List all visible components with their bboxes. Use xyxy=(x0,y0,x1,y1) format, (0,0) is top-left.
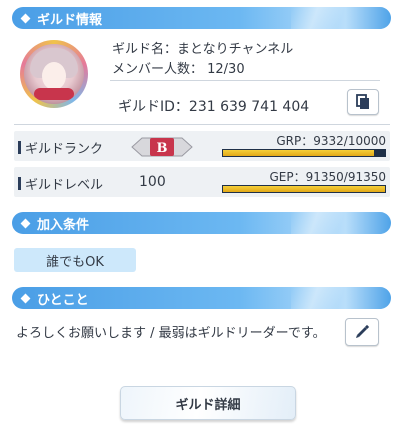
guild-name: ギルド名：まとなりチャンネル xyxy=(112,42,294,57)
join-conditions-header: 加入条件 xyxy=(12,212,391,234)
pencil-icon xyxy=(356,324,370,338)
guild-info-title: ギルド情報 xyxy=(37,12,103,28)
gep-progress-bar xyxy=(222,185,386,193)
gep-text: GEP：91350/91350 xyxy=(269,170,386,184)
guild-id: ギルドID：231 639 741 404 xyxy=(118,99,310,115)
rank-value: B xyxy=(157,141,168,156)
grp-progress-fill xyxy=(223,150,375,156)
guild-detail-button[interactable]: ギルド詳細 xyxy=(120,386,296,420)
edit-comment-button[interactable] xyxy=(345,318,379,346)
diamond-icon xyxy=(20,218,31,228)
comment-header: ひとこと xyxy=(12,287,391,309)
rank-badge: B xyxy=(131,137,193,157)
diamond-icon xyxy=(20,13,31,23)
guild-level-label: ギルドレベル xyxy=(25,178,104,193)
gep-progress-fill xyxy=(223,186,385,192)
join-condition-chip: 誰でもOK xyxy=(14,248,136,272)
grp-progress-bar xyxy=(222,149,386,157)
copy-icon xyxy=(356,94,369,109)
guild-rank-row: ギルドランク B GRP：9332/10000 xyxy=(14,131,390,161)
join-conditions-title: 加入条件 xyxy=(37,217,90,233)
grp-text: GRP：9332/10000 xyxy=(276,134,386,148)
copy-id-button[interactable] xyxy=(347,89,379,115)
member-count: メンバー人数： 12/30 xyxy=(112,62,245,77)
guild-info-header: ギルド情報 xyxy=(12,7,391,29)
guild-comment: よろしくお願いします / 最弱はギルドリーダーです。 xyxy=(16,326,326,341)
guild-rank-label: ギルドランク xyxy=(25,142,104,157)
guild-avatar[interactable] xyxy=(20,40,88,108)
diamond-icon xyxy=(20,293,31,303)
divider xyxy=(14,124,390,125)
divider xyxy=(110,80,380,81)
comment-title: ひとこと xyxy=(37,292,89,308)
guild-level-value: 100 xyxy=(139,174,166,190)
guild-level-row: ギルドレベル 100 GEP：91350/91350 xyxy=(14,167,390,197)
